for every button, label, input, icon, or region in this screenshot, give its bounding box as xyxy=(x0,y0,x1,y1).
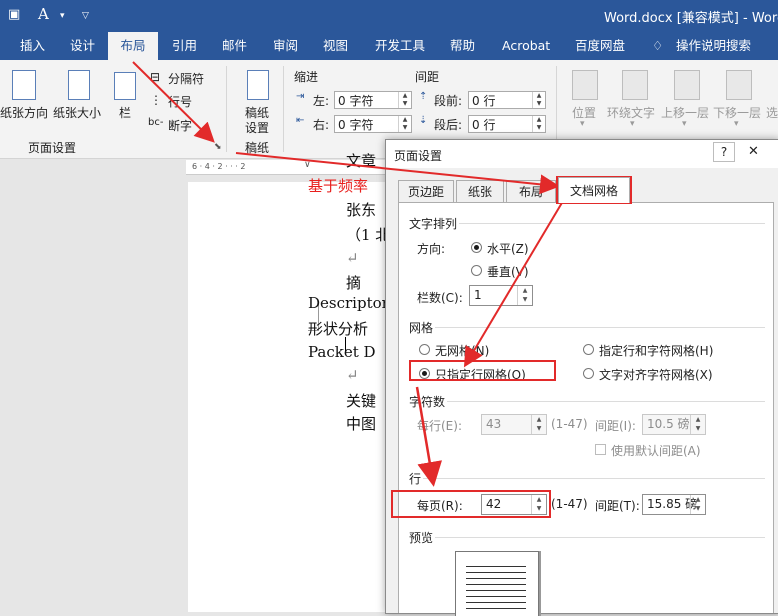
arrow-to-grid-tab xyxy=(235,152,560,195)
tab-document-grid[interactable]: 文档网格 xyxy=(558,177,630,203)
arrow-to-lines-per-page xyxy=(415,386,443,487)
arrow-to-launcher xyxy=(132,61,215,143)
annotation-arrows xyxy=(132,61,567,487)
arrow-to-lines-only xyxy=(463,195,567,368)
